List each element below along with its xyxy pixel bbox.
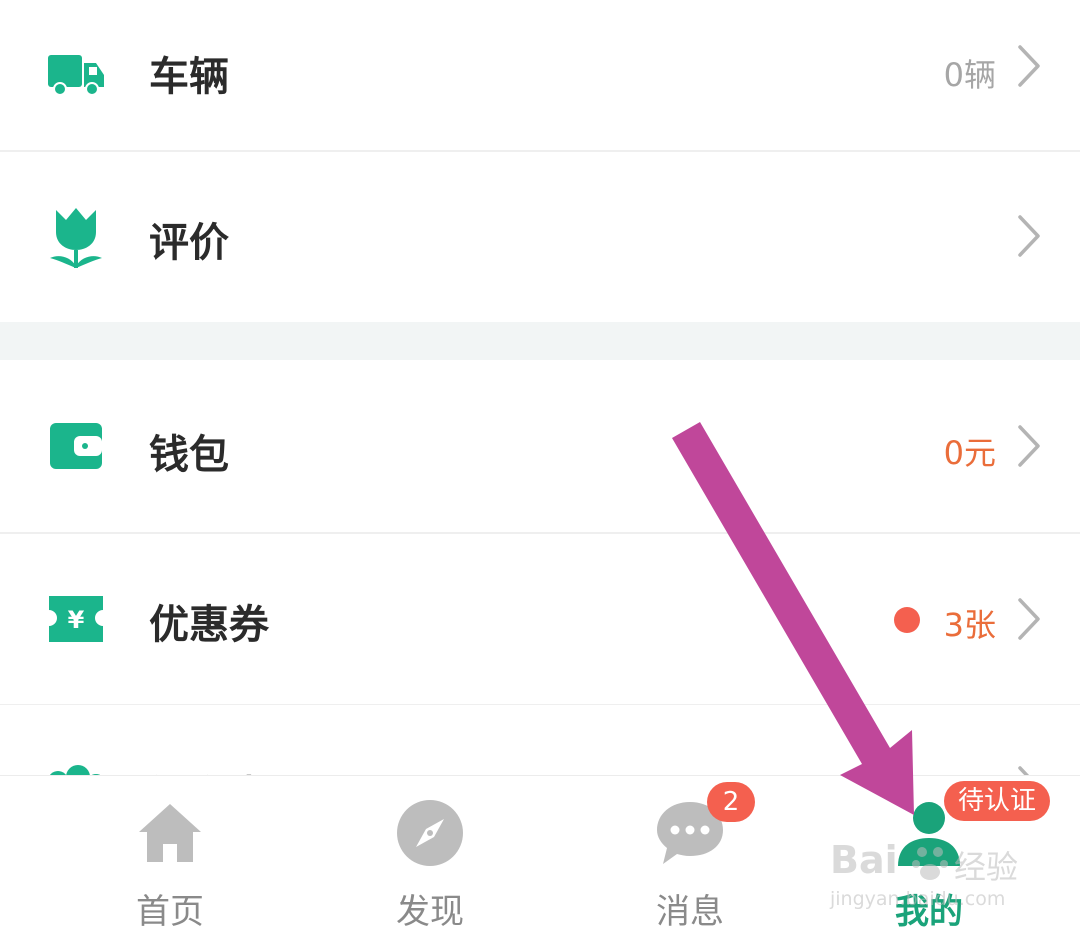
home-icon (139, 804, 201, 862)
wallet-balance: 0元 (943, 434, 996, 472)
menu-item-partial[interactable]: 福利中心 (0, 705, 1080, 775)
tab-label: 发现 (396, 892, 464, 932)
menu-item-label: 钱包 (149, 432, 229, 478)
watermark-url: jingyan.baidu.com (830, 888, 1006, 910)
tab-label: 首页 (136, 892, 204, 932)
tab-label: 消息 (656, 892, 724, 932)
tab-messages[interactable]: 消息 2 (590, 776, 790, 935)
vehicle-count: 0辆 (943, 56, 996, 94)
unread-badge: 2 (707, 782, 755, 822)
chevron-right-icon (1018, 425, 1040, 467)
menu-item-wallet[interactable]: 钱包 0元 (0, 360, 1080, 532)
watermark-brand-cn: 经验 (954, 848, 1019, 886)
coupon-count: 3张 (943, 606, 996, 644)
new-indicator-dot (894, 607, 920, 633)
watermark-brand: Bai (830, 838, 898, 882)
gift-icon (46, 763, 106, 775)
section-gap (0, 322, 1080, 360)
baidu-watermark: Bai 经验 jingyan.baidu.com (830, 838, 1030, 918)
tulip-icon (46, 207, 106, 268)
menu-item-label: 评价 (149, 220, 229, 266)
verification-badge: 待认证 (944, 781, 1051, 821)
menu-item-label: 福利中心 (149, 763, 309, 775)
menu-item-reviews[interactable]: 评价 (0, 152, 1080, 322)
tab-home[interactable]: 首页 (70, 776, 270, 935)
truck-icon (46, 45, 106, 105)
menu-item-coupons[interactable]: ¥ 优惠券 3张 (0, 534, 1080, 704)
paw-icon (910, 842, 950, 886)
chevron-right-icon (1018, 215, 1040, 257)
menu-item-vehicles[interactable]: 车辆 0辆 (0, 0, 1080, 150)
svg-text:¥: ¥ (68, 606, 85, 634)
tab-discover[interactable]: 发现 (330, 776, 530, 935)
coupon-icon: ¥ (46, 589, 106, 649)
menu-item-label: 车辆 (149, 54, 229, 100)
menu-item-label: 优惠券 (149, 602, 269, 648)
chevron-right-icon (1018, 45, 1040, 87)
wallet-icon (46, 416, 106, 476)
chevron-right-icon (1018, 598, 1040, 640)
compass-icon (397, 800, 463, 866)
chevron-right-icon (1018, 766, 1030, 775)
